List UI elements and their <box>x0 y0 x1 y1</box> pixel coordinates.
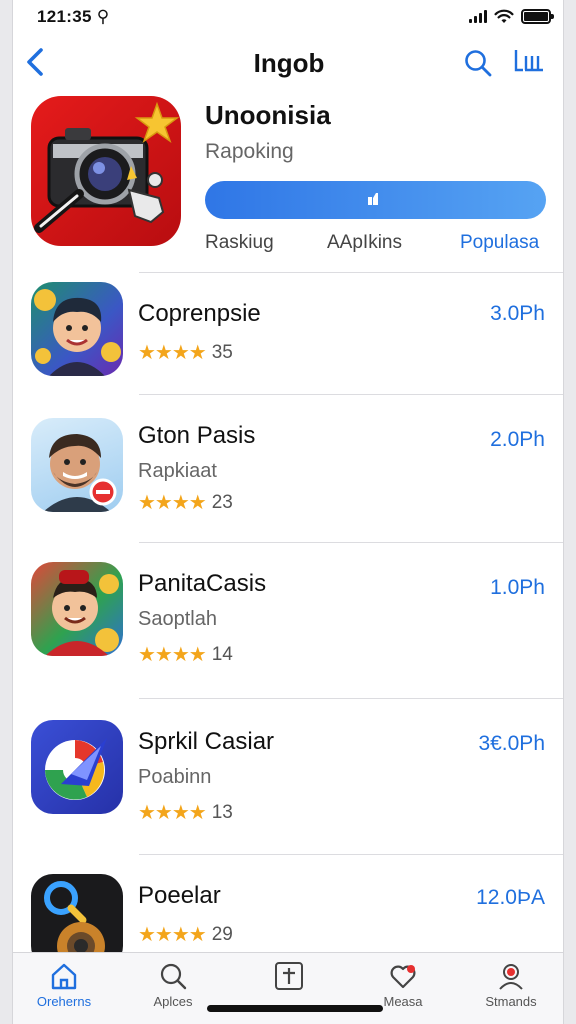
cartoon-face-icon <box>45 570 119 656</box>
app-name: Gton Pasis <box>138 422 256 449</box>
home-indicator[interactable] <box>207 1005 383 1012</box>
rating-count: 35 <box>211 341 233 363</box>
app-icon[interactable] <box>31 282 123 376</box>
cellular-signal-icon <box>469 10 487 23</box>
app-icon[interactable] <box>31 418 123 512</box>
app-price-button[interactable]: 1.0Ph <box>490 576 545 600</box>
list-item[interactable]: Sprkil Casiar Poabinn ★★★★ 13 3€.0Ph <box>13 698 563 854</box>
search-icon <box>160 963 187 990</box>
app-icon[interactable] <box>31 720 123 814</box>
app-name: Coprenpsie <box>138 300 261 327</box>
rating-count: 14 <box>211 643 233 665</box>
app-rating: ★★★★ 35 <box>138 340 233 365</box>
app-rating: ★★★★ 14 <box>138 642 233 667</box>
tab-profile[interactable]: Stmands <box>461 961 561 1009</box>
app-name: Sprkil Casiar <box>138 728 275 755</box>
star-rating-icon: ★★★★ <box>138 924 207 946</box>
featured-segment-tabs: Raskiug AApIkins Populasa <box>205 232 550 260</box>
tab-popular[interactable]: Populasa <box>460 232 539 254</box>
star-rating-icon: ★★★★ <box>138 492 207 514</box>
search-icon[interactable] <box>463 48 493 78</box>
tab-label: Stmands <box>485 994 537 1009</box>
app-price-button[interactable]: 2.0Ph <box>490 428 545 452</box>
row-divider <box>139 698 563 699</box>
featured-get-button[interactable] <box>205 181 546 219</box>
list-view-icon[interactable] <box>511 46 547 76</box>
app-subtitle: Poabinn <box>138 766 212 788</box>
tab-home[interactable]: Oreherns <box>14 961 114 1009</box>
star-rating-icon: ★★★★ <box>138 802 207 824</box>
star-rating-icon: ★★★★ <box>138 342 207 364</box>
app-subtitle: Rapkiaat <box>138 460 217 482</box>
list-item[interactable]: Poeelar ★★★★ 29 12.0ÞA <box>13 854 563 968</box>
profile-icon <box>499 964 523 990</box>
star-rating-icon: ★★★★ <box>138 644 207 666</box>
tab-ranking[interactable]: Raskiug <box>205 232 274 254</box>
app-subtitle: Saoptlah <box>138 608 217 630</box>
rating-count: 29 <box>211 923 233 945</box>
app-price-button[interactable]: 3€.0Ph <box>478 732 545 756</box>
heart-icon <box>390 965 416 989</box>
app-store-screen: 121:35 ⚲ Ingob Unoonisia Rapoking Raskiu… <box>12 0 564 1024</box>
compass-logo-icon <box>45 738 107 800</box>
list-item[interactable]: Coprenpsie ★★★★ 35 3.0Ph <box>13 272 563 394</box>
app-icon[interactable] <box>31 562 123 656</box>
featured-app-subtitle: Rapoking <box>205 140 294 163</box>
app-price-button[interactable]: 12.0ÞA <box>476 886 545 910</box>
add-square-icon <box>275 962 303 990</box>
tab-bar: Oreherns Aplces Measa Stmands <box>13 952 563 1024</box>
tab-add[interactable] <box>239 961 339 994</box>
tab-search[interactable]: Aplces <box>123 961 223 1009</box>
app-name: PanitaCasis <box>138 570 267 597</box>
wifi-icon <box>494 9 514 23</box>
row-divider <box>139 854 563 855</box>
featured-app-icon[interactable] <box>31 96 181 246</box>
row-divider <box>139 542 563 543</box>
cartoon-face-icon <box>43 434 117 512</box>
rating-count: 23 <box>211 491 233 513</box>
cartoon-face-icon <box>34 289 121 376</box>
app-name: Poeelar <box>138 882 221 909</box>
row-divider <box>139 272 563 273</box>
home-icon <box>51 963 77 990</box>
app-rating: ★★★★ 29 <box>138 922 233 947</box>
status-time: 121:35 ⚲ <box>37 7 110 26</box>
featured-app-name[interactable]: Unoonisia <box>205 100 331 131</box>
rating-count: 13 <box>211 801 233 823</box>
battery-icon <box>521 9 554 24</box>
list-item[interactable]: Gton Pasis Rapkiaat ★★★★ 23 2.0Ph <box>13 394 563 542</box>
app-rating: ★★★★ 23 <box>138 490 233 515</box>
list-item[interactable]: PanitaCasis Saoptlah ★★★★ 14 1.0Ph <box>13 542 563 698</box>
tab-label: Oreherns <box>36 994 92 1009</box>
cloud-download-icon <box>368 193 378 205</box>
camera-icon <box>34 101 180 233</box>
navigation-bar: Ingob <box>13 36 563 90</box>
status-bar: 121:35 ⚲ <box>13 0 563 34</box>
app-rating: ★★★★ 13 <box>138 800 233 825</box>
tab-favorites[interactable]: Measa <box>353 961 453 1009</box>
tab-apps[interactable]: AApIkins <box>327 232 402 254</box>
app-price-button[interactable]: 3.0Ph <box>490 302 545 326</box>
row-divider <box>139 394 563 395</box>
